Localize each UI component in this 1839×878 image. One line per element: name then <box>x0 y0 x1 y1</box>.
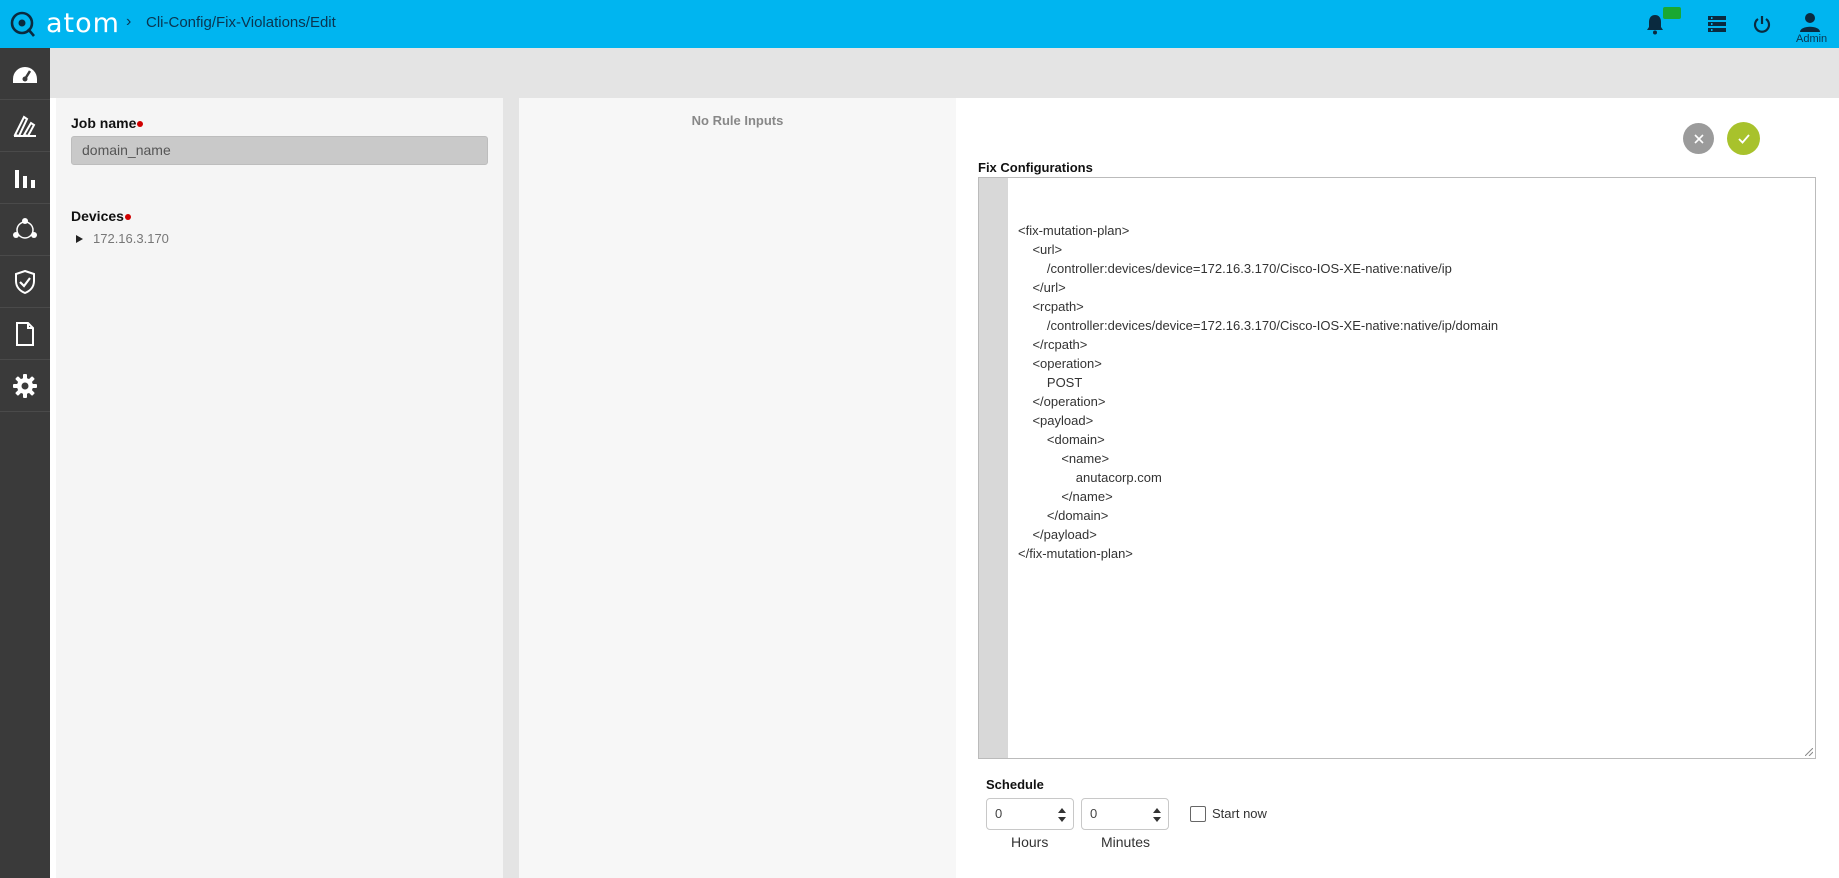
user-menu-button[interactable] <box>1798 10 1822 34</box>
resize-handle-icon[interactable] <box>1805 748 1813 756</box>
atom-logo-icon <box>10 11 35 37</box>
fix-configurations-label: Fix Configurations <box>978 160 1093 175</box>
schedule-label: Schedule <box>986 777 1044 792</box>
charts-icon <box>15 169 35 188</box>
minutes-stepper[interactable]: 0 <box>1081 798 1169 830</box>
sidebar-item-compliance[interactable] <box>0 256 50 308</box>
start-now-label[interactable]: Start now <box>1212 806 1267 821</box>
devices-label: Devices <box>71 208 131 224</box>
expand-triangle-icon[interactable] <box>76 234 83 243</box>
minutes-label: Minutes <box>1101 834 1151 850</box>
fix-configurations-code[interactable]: <fix-mutation-plan> <url> /controller:de… <box>1018 221 1498 563</box>
notification-badge <box>1663 7 1681 19</box>
hours-label: Hours <box>1011 834 1049 850</box>
document-icon <box>16 321 34 346</box>
start-now-checkbox[interactable] <box>1190 806 1206 822</box>
sidebar-item-charts[interactable] <box>0 152 50 204</box>
logo-text: atom <box>46 8 120 39</box>
sidebar-item-documents[interactable] <box>0 308 50 360</box>
sidebar-item-resources[interactable] <box>0 100 50 152</box>
panel-divider <box>503 98 519 878</box>
tasks-button[interactable] <box>1705 12 1729 36</box>
devices-label-text: Devices <box>71 208 124 224</box>
dashboard-icon <box>13 66 37 83</box>
fix-configurations-editor[interactable]: <fix-mutation-plan> <url> /controller:de… <box>978 177 1816 759</box>
job-name-input[interactable]: domain_name <box>71 136 488 165</box>
breadcrumb-separator: › <box>126 13 132 30</box>
toolbar-band <box>50 48 1839 98</box>
minutes-value: 0 <box>1090 806 1098 821</box>
job-name-label-text: Job name <box>71 115 137 131</box>
app-logo[interactable]: atom <box>10 9 120 39</box>
cancel-button[interactable] <box>1683 123 1714 154</box>
sidebar-item-settings[interactable] <box>0 360 50 412</box>
list-icon <box>1708 16 1726 32</box>
top-bar: atom › Cli-Config/Fix-Violations/Edit Ad… <box>0 0 1839 48</box>
resources-icon <box>13 115 36 137</box>
editor-gutter <box>979 178 1008 758</box>
topology-icon <box>13 217 37 239</box>
job-details-panel: Job name domain_name Devices 172.16.3.17… <box>56 98 503 878</box>
power-icon <box>1753 16 1771 33</box>
sidebar-item-topology[interactable] <box>0 204 50 256</box>
sidebar <box>0 48 50 878</box>
confirm-button[interactable] <box>1727 122 1760 155</box>
required-indicator <box>137 121 144 128</box>
hours-stepper[interactable]: 0 <box>986 798 1074 830</box>
user-label: Admin <box>1796 33 1828 45</box>
device-tree-item[interactable]: 172.16.3.170 <box>76 231 169 246</box>
power-button[interactable] <box>1750 12 1774 36</box>
required-indicator <box>124 214 131 221</box>
settings-gear-icon <box>13 373 37 398</box>
close-icon <box>1693 133 1704 144</box>
stepper-arrows-icon[interactable] <box>1152 806 1162 824</box>
no-rule-inputs-text: No Rule Inputs <box>691 113 784 128</box>
bell-icon <box>1647 15 1663 35</box>
user-icon <box>1800 13 1820 32</box>
sidebar-item-dashboard[interactable] <box>0 48 50 100</box>
rule-inputs-panel: No Rule Inputs <box>519 98 956 878</box>
breadcrumb[interactable]: Cli-Config/Fix-Violations/Edit <box>146 14 336 31</box>
hours-value: 0 <box>995 806 1003 821</box>
stepper-arrows-icon[interactable] <box>1057 806 1067 824</box>
job-name-label: Job name <box>71 115 144 131</box>
device-ip: 172.16.3.170 <box>93 231 169 246</box>
compliance-shield-icon <box>15 269 35 294</box>
check-icon <box>1737 133 1750 144</box>
